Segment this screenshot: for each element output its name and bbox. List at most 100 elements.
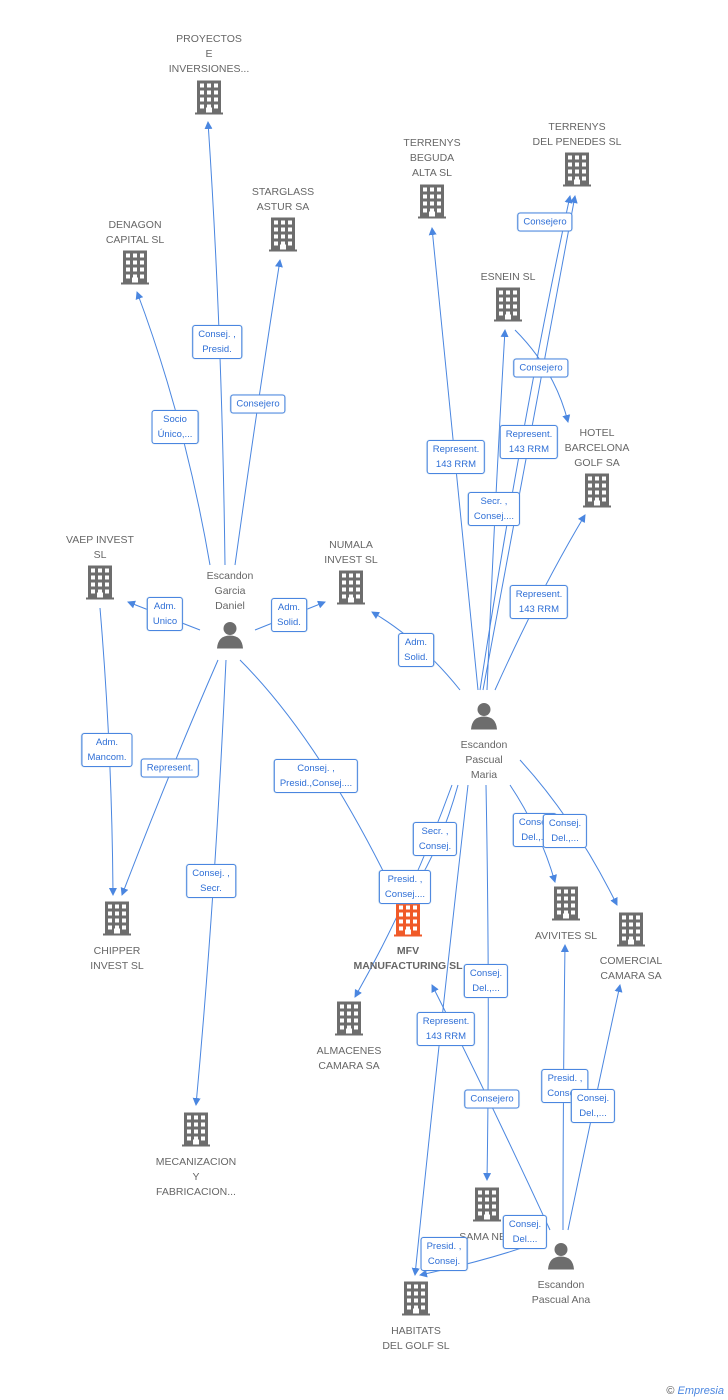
building-icon[interactable]: [195, 80, 223, 120]
footer-brand[interactable]: © Empresia: [666, 1385, 724, 1397]
building-icon[interactable]: [394, 902, 422, 942]
edge-label-text: Represent.: [515, 589, 563, 600]
node-starglass[interactable]: STARGLASS ASTUR SA: [252, 185, 314, 215]
edge-label-text: Consejero: [523, 216, 567, 228]
edge-label[interactable]: Adm. Mancom.: [81, 733, 133, 767]
node-label: BEGUDA: [409, 152, 455, 164]
building-icon[interactable]: [583, 473, 611, 513]
edge-label[interactable]: Consejero: [230, 394, 286, 414]
person-icon[interactable]: [547, 1242, 575, 1275]
edge-label[interactable]: Represent. 143 RRM: [416, 1012, 476, 1046]
node-label: NUMALA: [329, 539, 373, 551]
building-icon[interactable]: [182, 1112, 210, 1152]
edge-label-text: Secr.: [200, 883, 222, 894]
edge-label-text: Secr. ,: [421, 826, 449, 837]
node-almacenes[interactable]: ALMACENES CAMARA SA: [317, 1044, 382, 1074]
edge-label-text: Consej. ,: [198, 329, 236, 340]
edge-label-text: Consejero: [519, 362, 563, 374]
edge-label[interactable]: Consejero: [464, 1089, 520, 1109]
building-icon[interactable]: [103, 901, 131, 941]
node-label: PROYECTOS: [176, 33, 242, 45]
node-avivites[interactable]: AVIVITES SL: [535, 929, 597, 944]
building-icon[interactable]: [337, 570, 365, 610]
edge-label[interactable]: Represent.: [140, 758, 200, 778]
node-penedes[interactable]: TERRENYS DEL PENEDES SL: [533, 120, 622, 150]
building-icon[interactable]: [563, 152, 591, 192]
building-icon[interactable]: [121, 250, 149, 290]
node-mfv[interactable]: MFV MANUFACTURING SL: [353, 944, 462, 974]
node-label: COMERCIAL: [599, 955, 663, 967]
edge-label-text: Consej. ,: [297, 763, 335, 774]
node-label: HOTEL: [579, 427, 615, 439]
edge-label[interactable]: Represent. 143 RRM: [499, 425, 559, 459]
person-icon[interactable]: [216, 621, 244, 654]
edge-label[interactable]: Secr. , Consej....: [467, 492, 521, 526]
building-icon[interactable]: [402, 1281, 430, 1321]
edge-label[interactable]: Represent. 143 RRM: [509, 585, 569, 619]
edge-label[interactable]: Consej. , Presid.: [192, 325, 242, 359]
edge-label[interactable]: Consej. , Secr.: [186, 864, 236, 898]
node-label: AVIVITES SL: [534, 930, 598, 942]
edge-label[interactable]: Adm. Unico: [146, 597, 184, 631]
edge-label-text: Solid.: [277, 617, 301, 628]
node-label: CHIPPER: [93, 945, 141, 957]
node-habitats[interactable]: HABITATS DEL GOLF SL: [382, 1324, 449, 1354]
node-vaep[interactable]: VAEP INVEST SL: [66, 533, 134, 563]
edge-label-text: Unico: [152, 616, 178, 627]
edge-label[interactable]: Consejero: [517, 212, 573, 232]
edge-label-text: Consej.: [576, 1093, 610, 1104]
person-icon[interactable]: [470, 702, 498, 735]
edge-label[interactable]: Adm. Solid.: [271, 598, 307, 632]
node-hotel[interactable]: HOTEL BARCELONA GOLF SA: [565, 426, 630, 471]
edge-label[interactable]: Represent. 143 RRM: [426, 440, 486, 474]
node-label: Daniel: [215, 600, 245, 612]
edge-label-text: Consej....: [473, 511, 515, 522]
building-icon[interactable]: [473, 1187, 501, 1227]
node-label: Garcia: [214, 585, 246, 597]
edge-label[interactable]: Consej. Del.,...: [570, 1089, 616, 1123]
node-daniel[interactable]: Escandon Garcia Daniel: [207, 569, 254, 614]
edge-label[interactable]: Consej. Del....: [502, 1215, 548, 1249]
node-numala[interactable]: NUMALA INVEST SL: [324, 538, 378, 568]
edge-label[interactable]: Consej. , Presid.,Consej....: [273, 759, 359, 793]
building-icon[interactable]: [418, 184, 446, 224]
edge-label-text: Socio: [163, 414, 187, 425]
edge-label-text: Presid. ,: [387, 874, 423, 885]
node-label: Escandon: [460, 739, 508, 751]
building-icon[interactable]: [86, 565, 114, 605]
edge-label[interactable]: Presid. , Consej.: [420, 1237, 468, 1271]
node-label: INVEST SL: [324, 554, 378, 566]
edge-label[interactable]: Consejero: [513, 358, 569, 378]
edge-label[interactable]: Consej. Del.,...: [542, 814, 588, 848]
node-chipper[interactable]: CHIPPER INVEST SL: [90, 944, 144, 974]
node-label: ASTUR SA: [256, 201, 310, 213]
edge-label-text: Represent.: [422, 1016, 470, 1027]
node-comercial[interactable]: COMERCIAL CAMARA SA: [600, 954, 662, 984]
edge-label[interactable]: Presid. , Consej....: [378, 870, 432, 904]
node-label: CAMARA SA: [600, 970, 662, 982]
building-icon[interactable]: [269, 217, 297, 257]
edge-label-text: Único,...: [157, 429, 193, 440]
building-icon[interactable]: [617, 912, 645, 952]
node-label: ALTA SL: [412, 167, 452, 179]
edge-label-text: Adm.: [95, 737, 119, 748]
node-proyectos[interactable]: PROYECTOS E INVERSIONES...: [169, 32, 250, 77]
node-beguda[interactable]: TERRENYS BEGUDA ALTA SL: [403, 136, 460, 181]
node-mecanizacion[interactable]: MECANIZACION Y FABRICACION...: [156, 1155, 237, 1200]
node-denagon[interactable]: DENAGON CAPITAL SL: [106, 218, 164, 248]
edge: [120, 659, 219, 896]
edge-label-text: Del....: [512, 1234, 538, 1245]
node-label: TERRENYS: [548, 121, 606, 133]
edge-label[interactable]: Socio Único,...: [151, 410, 199, 444]
building-icon[interactable]: [494, 287, 522, 327]
edge-label[interactable]: Consej. Del.,...: [463, 964, 509, 998]
node-esnein[interactable]: ESNEIN SL: [481, 270, 536, 285]
edge-label[interactable]: Adm. Solid.: [398, 633, 434, 667]
node-maria[interactable]: Escandon Pascual Maria: [461, 738, 508, 783]
building-icon[interactable]: [552, 886, 580, 926]
edge-label-text: 143 RRM: [425, 1031, 467, 1042]
edge-label[interactable]: Secr. , Consej.: [412, 822, 458, 856]
building-icon[interactable]: [335, 1001, 363, 1041]
node-ana[interactable]: Escandon Pascual Ana: [532, 1278, 590, 1308]
edge-label-text: Consej.: [508, 1219, 542, 1230]
